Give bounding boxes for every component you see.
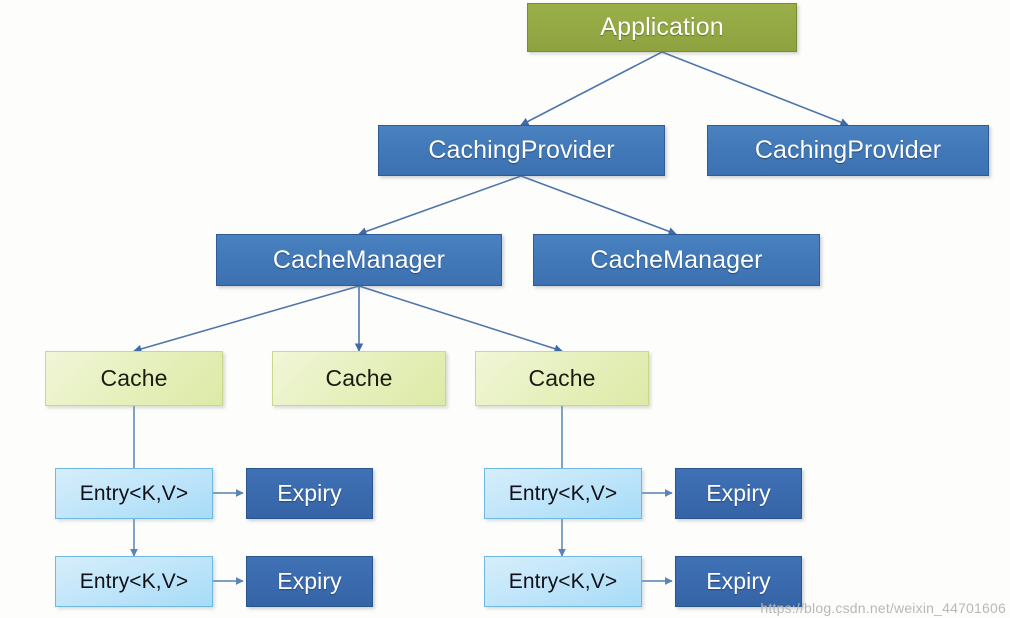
node-cache-3-label: Cache [528,365,596,391]
edge-cachemanager-cache-1 [133,285,360,353]
node-entry-2-label: Entry<K,V> [79,570,189,593]
node-entry-4[interactable]: Entry<K,V> [484,556,642,607]
node-entry-4-label: Entry<K,V> [508,570,618,593]
node-cache-2-label: Cache [325,365,393,391]
node-application-label: Application [600,13,724,41]
node-expiry-3[interactable]: Expiry [675,468,802,519]
node-expiry-2-label: Expiry [277,568,342,594]
node-cache-manager-2-label: CacheManager [590,245,763,274]
node-entry-1-label: Entry<K,V> [79,482,189,505]
node-entry-2[interactable]: Entry<K,V> [55,556,213,607]
node-cache-2[interactable]: Cache [272,351,446,406]
node-caching-provider-2[interactable]: CachingProvider [707,125,989,176]
node-expiry-1-label: Expiry [277,480,342,506]
watermark: https://blog.csdn.net/weixin_44701606 [760,600,1006,616]
node-expiry-1[interactable]: Expiry [246,468,373,519]
node-caching-provider-1-label: CachingProvider [428,136,615,164]
node-cache-manager-1[interactable]: CacheManager [216,234,502,286]
edge-cachingprovider-cachemanager-2 [520,175,677,236]
diagram-edges [130,51,849,585]
node-cache-1-label: Cache [100,365,168,391]
node-caching-provider-1[interactable]: CachingProvider [378,125,665,176]
node-expiry-4-label: Expiry [706,568,771,594]
node-cache-3[interactable]: Cache [475,351,649,406]
node-application[interactable]: Application [527,3,797,52]
node-caching-provider-2-label: CachingProvider [754,136,942,164]
node-cache-manager-1-label: CacheManager [272,245,446,274]
node-expiry-3-label: Expiry [706,480,771,506]
node-cache-1[interactable]: Cache [45,351,223,406]
edge-cachemanager-cache-3 [358,285,563,353]
node-entry-1[interactable]: Entry<K,V> [55,468,213,519]
node-entry-3[interactable]: Entry<K,V> [484,468,642,519]
diagram-canvas: Application CachingProvider CachingProvi… [0,0,1010,618]
edge-application-cachingprovider-2 [661,51,849,127]
node-entry-3-label: Entry<K,V> [508,482,618,505]
node-cache-manager-2[interactable]: CacheManager [533,234,820,286]
edge-cachingprovider-cachemanager-1 [358,175,522,236]
node-expiry-2[interactable]: Expiry [246,556,373,607]
edge-application-cachingprovider-1 [520,51,663,126]
